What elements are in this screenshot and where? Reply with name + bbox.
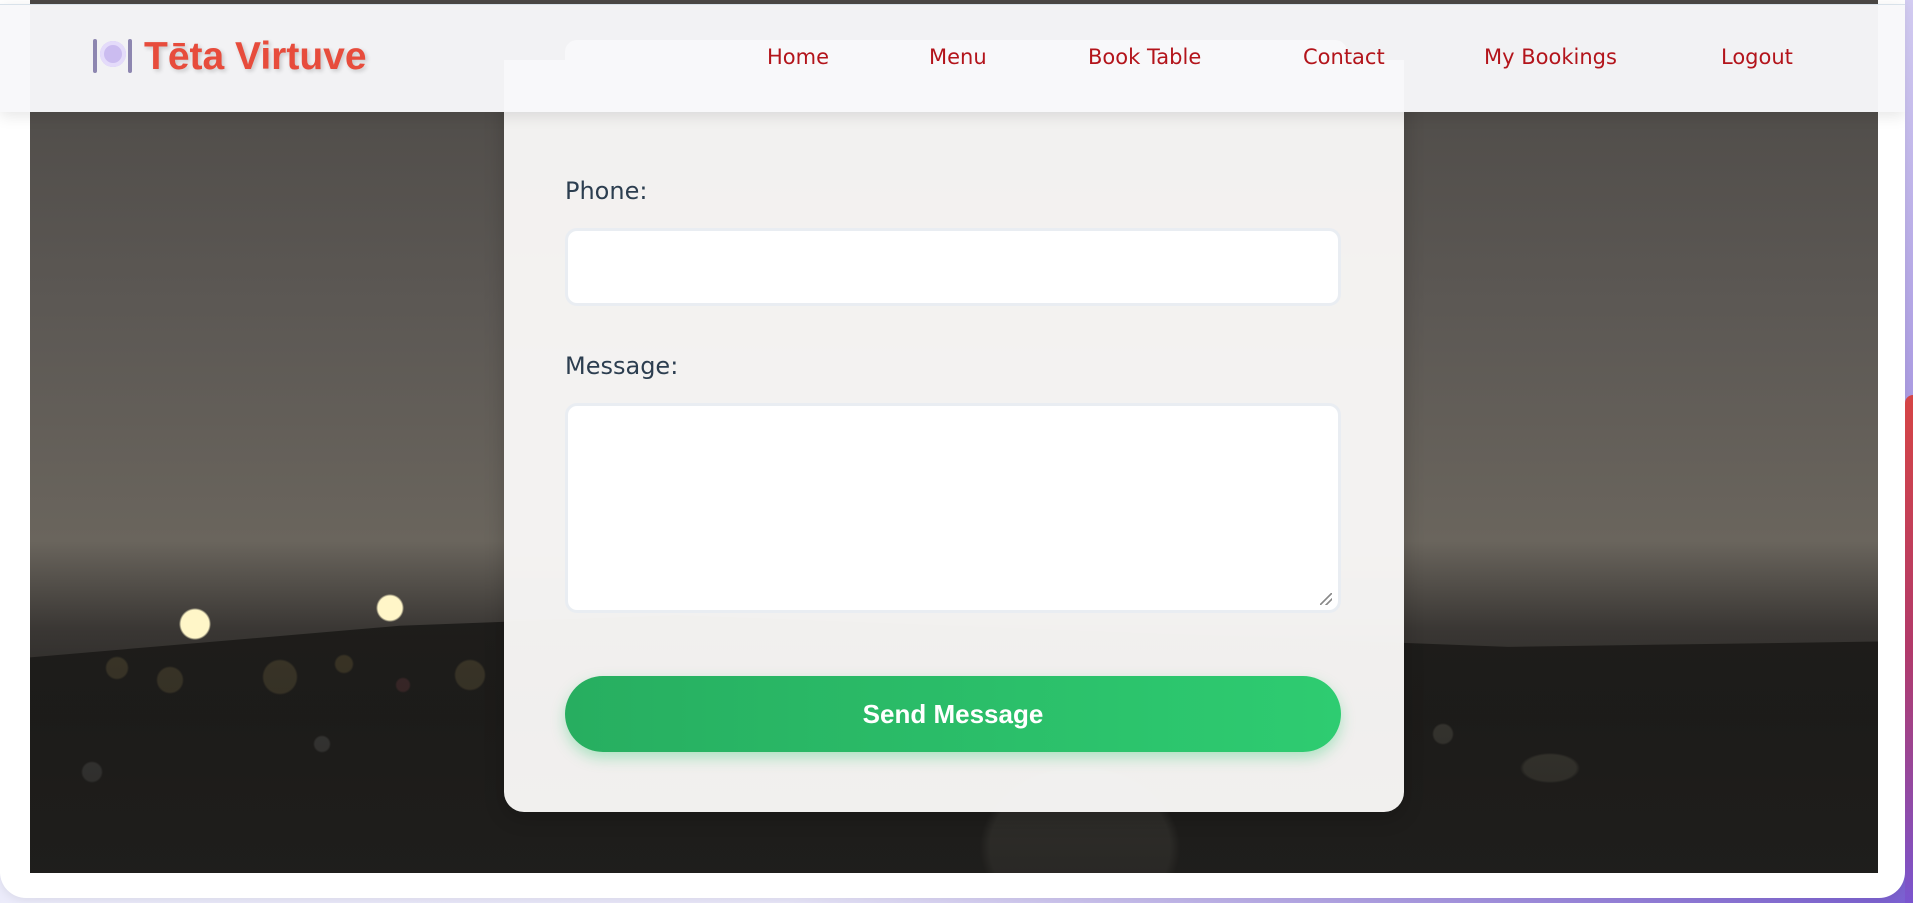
brand-logo[interactable]: Tēta Virtuve: [92, 35, 367, 79]
brand-name: Tēta Virtuve: [144, 35, 367, 78]
browser-page: Phone: Message: Send Message Tēta Virtuv…: [0, 0, 1905, 898]
resize-handle-icon[interactable]: [1320, 593, 1332, 605]
top-navbar: Tēta Virtuve Home Menu Book Table Contac…: [0, 4, 1905, 112]
phone-field[interactable]: [565, 228, 1341, 306]
nav-book-table[interactable]: Book Table: [1088, 45, 1201, 69]
contact-form-card: Phone: Message: Send Message: [504, 40, 1404, 812]
phone-label: Phone:: [565, 177, 648, 205]
send-message-button[interactable]: Send Message: [565, 676, 1341, 752]
nav-home[interactable]: Home: [767, 45, 829, 69]
nav-contact[interactable]: Contact: [1303, 45, 1385, 69]
nav-my-bookings[interactable]: My Bookings: [1484, 45, 1617, 69]
message-label: Message:: [565, 352, 679, 380]
nav-logout[interactable]: Logout: [1721, 45, 1793, 69]
plate-fork-knife-icon: [92, 37, 132, 77]
message-textarea[interactable]: [565, 403, 1341, 613]
scroll-accent-bar: [1905, 395, 1913, 903]
nav-menu[interactable]: Menu: [929, 45, 987, 69]
